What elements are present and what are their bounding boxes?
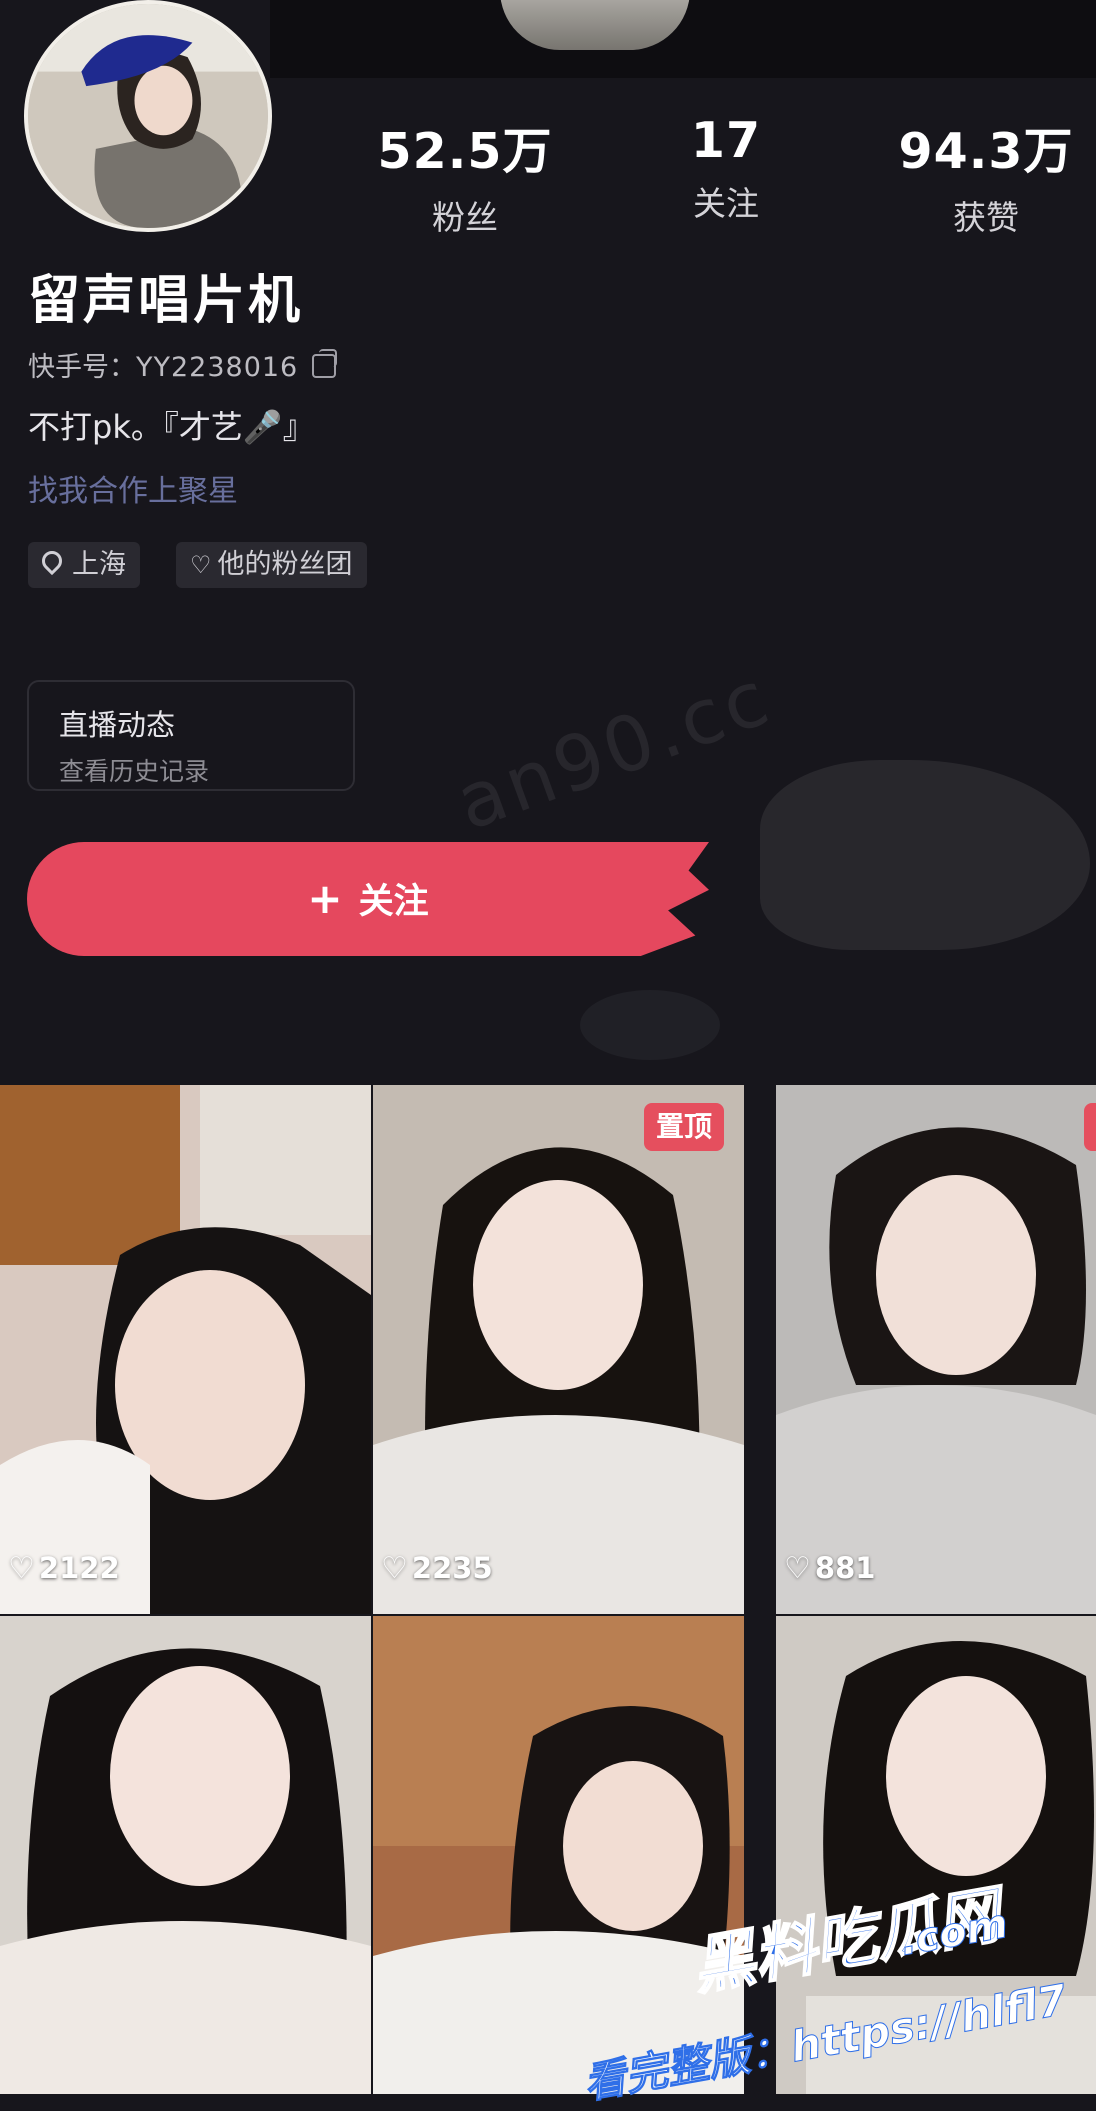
watermark: an90.cc (444, 651, 783, 848)
follow-button[interactable]: + 关注 (27, 842, 709, 956)
stat-likes[interactable]: 94.3万 获赞 (866, 112, 1096, 239)
heart-icon: ♡ (381, 1551, 408, 1586)
plus-icon: + (307, 874, 343, 923)
heart-icon: ♡ (784, 1551, 811, 1586)
redaction-smudge (760, 760, 1090, 950)
redaction-smudge (580, 990, 720, 1060)
live-card-subtitle: 查看历史记录 (59, 757, 210, 786)
profile-header: 52.5万 粉丝 17 关注 94.3万 获赞 留声唱片机 快手号：YY2238… (0, 0, 1096, 1085)
copy-icon[interactable] (312, 349, 338, 378)
following-label: 关注 (693, 184, 759, 223)
video-likes-count: 2122 (38, 1551, 120, 1585)
avatar[interactable] (24, 0, 272, 232)
pinned-badge: 置顶 (643, 1103, 724, 1151)
stat-following[interactable]: 17 关注 (606, 112, 846, 225)
live-history-card[interactable]: 直播动态 查看历史记录 (27, 680, 355, 791)
video-likes-count: 881 (814, 1551, 876, 1585)
fans-label: 粉丝 (432, 198, 498, 237)
kuaishou-id-value: YY2238016 (136, 352, 299, 383)
likes-count: 94.3万 (898, 123, 1074, 180)
video-likes: ♡ 2122 (8, 1551, 120, 1586)
video-tile[interactable]: 置 ♡881 (776, 1085, 1096, 1614)
location-pin-icon (37, 546, 67, 576)
live-card-title: 直播动态 (59, 708, 176, 742)
video-likes: ♡ 2235 (381, 1551, 493, 1586)
location-label: 上海 (72, 549, 126, 580)
site-watermark-full: 看完整版：https://hlfl7 (579, 1974, 1071, 2109)
site-watermark: 黑料吃瓜网 .com 看完整版：https://hlfl7 (560, 1877, 1096, 2109)
fan-group-tag[interactable]: ♡ 他的粉丝团 (176, 542, 367, 588)
fan-group-label: 他的粉丝团 (217, 549, 353, 580)
profile-name: 留声唱片机 (28, 271, 304, 331)
stat-fans[interactable]: 52.5万 粉丝 (345, 112, 585, 239)
heart-outline-icon: ♡ (190, 551, 212, 579)
following-count: 17 (690, 112, 762, 169)
video-tile[interactable] (0, 1616, 371, 2094)
pinned-badge: 置 (1083, 1103, 1096, 1151)
profile-bio: 不打pk。『才艺🎤』 (28, 408, 315, 446)
likes-label: 获赞 (953, 198, 1019, 237)
video-likes-count: 2235 (411, 1551, 493, 1585)
collab-link[interactable]: 找我合作上聚星 (28, 466, 238, 510)
video-tile[interactable]: 置顶 ♡ 2235 (373, 1085, 744, 1614)
location-tag[interactable]: 上海 (28, 542, 140, 588)
heart-icon: ♡ (8, 1551, 35, 1586)
video-likes: ♡ 881 (784, 1551, 875, 1586)
video-tile[interactable]: ♡ 2122 (0, 1085, 371, 1614)
kuaishou-id: 快手号：YY2238016 (28, 345, 338, 384)
fans-count: 52.5万 (377, 123, 553, 180)
kuaishou-id-label: 快手号： (28, 352, 136, 383)
follow-button-label: 关注 (358, 882, 429, 922)
